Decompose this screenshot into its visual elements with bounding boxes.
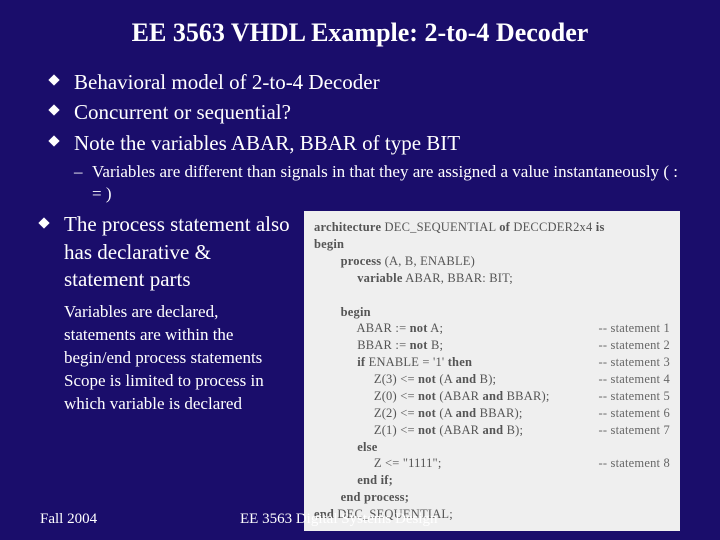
bullet-4-sub: Variables are declared, statements are w… [40, 301, 290, 416]
code-snippet: architecture DEC_SEQUENTIAL of DECCDER2x… [304, 211, 680, 531]
diamond-icon [48, 105, 59, 116]
sub-bullet-text: Variables are different than signals in … [92, 162, 678, 203]
footer-center: EE 3563 Digital Systems Design [240, 511, 680, 528]
footer-left: Fall 2004 [40, 511, 240, 528]
bullet-text: Concurrent or sequential? [74, 100, 291, 124]
bullet-text: The process statement also has declarati… [64, 212, 290, 291]
slide-title: EE 3563 VHDL Example: 2-to-4 Decoder [40, 18, 680, 48]
bullet-2: Concurrent or sequential? [50, 98, 680, 126]
bullet-text: Note the variables ABAR, BBAR of type BI… [74, 131, 460, 155]
bullet-4: The process statement also has declarati… [40, 211, 290, 293]
bullet-text: Behavioral model of 2-to-4 Decoder [74, 70, 380, 94]
left-column: The process statement also has declarati… [40, 211, 290, 416]
diamond-icon [48, 135, 59, 146]
sub-bullet: Variables are different than signals in … [74, 161, 680, 205]
diamond-icon [38, 218, 49, 229]
diamond-icon [48, 74, 59, 85]
sub-bullet-list: Variables are different than signals in … [40, 161, 680, 205]
content-row: The process statement also has declarati… [40, 211, 680, 531]
bullet-3: Note the variables ABAR, BBAR of type BI… [50, 129, 680, 157]
slide: EE 3563 VHDL Example: 2-to-4 Decoder Beh… [0, 0, 720, 531]
bullet-1: Behavioral model of 2-to-4 Decoder [50, 68, 680, 96]
footer: Fall 2004 EE 3563 Digital Systems Design [40, 511, 680, 528]
bullet-list: Behavioral model of 2-to-4 Decoder Concu… [40, 68, 680, 157]
